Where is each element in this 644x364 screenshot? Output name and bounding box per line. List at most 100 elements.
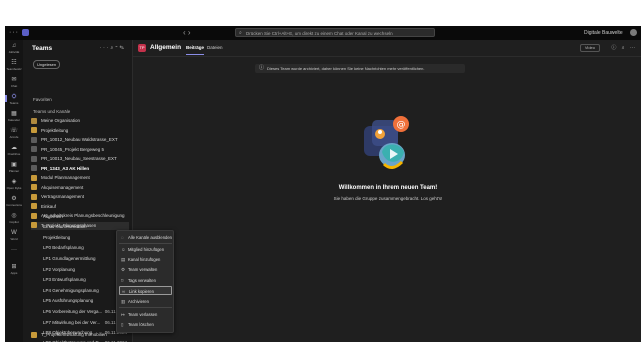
tab-files[interactable]: Dateien xyxy=(207,45,223,50)
app-rail: ♫ Aktivität ☷ Teambesitz ✉ Chat ⛭ Teams ▦ Kalende… xyxy=(5,40,23,342)
rail-item-label: Connectora xyxy=(6,203,22,207)
team-row[interactable]: Einkauf xyxy=(31,203,129,211)
channel-row[interactable]: LP9 Objektbetreuung und D...06.11.2024 xyxy=(43,339,129,342)
team-row[interactable]: Modul Planmanagement xyxy=(31,174,129,182)
rail-item-chat[interactable]: ✉ Chat xyxy=(5,77,23,88)
rail-item-open-dyks[interactable]: ◈ Open Dyks xyxy=(5,179,23,190)
planner-icon: ▣ xyxy=(11,162,17,168)
eye-off-icon: ◌ xyxy=(121,235,124,240)
channel-name: LP3 Entwurfsplanung xyxy=(43,277,86,282)
archived-banner-text: Dieses Team wurde archiviert, daher könn… xyxy=(267,66,425,71)
menu-item-label: Alle Kanäle ausblenden xyxy=(128,235,173,240)
calendar-icon: ▦ xyxy=(11,111,17,117)
channel-name: LP2 Vorplanung xyxy=(43,267,76,272)
channel-header: TP Allgemein Beiträge Dateien Video ⓘ ⌕ … xyxy=(133,40,641,57)
rail-item-kalender[interactable]: ▦ Kalender xyxy=(5,111,23,122)
team-name: Akquisemanagement xyxy=(41,184,84,190)
menu-divider xyxy=(119,307,172,308)
teams-window: ··· ‹ › ⌕ Drücken Sie Ctrl+Alt+E, um dir… xyxy=(5,26,641,342)
team-avatar-icon xyxy=(31,184,37,191)
menu-item-team-löschen[interactable]: ▯ Team löschen xyxy=(119,320,172,329)
info-icon: ⓘ xyxy=(259,65,265,71)
more-icon[interactable]: ··· xyxy=(100,45,111,51)
welcome-subtitle: Sie haben die Gruppe zusammengebracht. L… xyxy=(333,196,443,201)
rail-item-anrufe[interactable]: ☏ Anrufe xyxy=(5,128,23,139)
rail-item-more[interactable]: ··· xyxy=(5,247,23,254)
video-button[interactable]: Video xyxy=(579,44,600,52)
menu-item-team-verlassen[interactable]: ↦ Team verlassen xyxy=(119,310,172,319)
rail-item-planner[interactable]: ▣ Planner xyxy=(5,162,23,173)
rail-item-label: Kalender xyxy=(7,118,20,122)
search-placeholder: Drücken Sie Ctrl+Alt+E, um direkt zu ein… xyxy=(246,31,393,36)
search-icon[interactable]: ⌕ xyxy=(622,45,625,51)
title-bar-right: Digitale Bauwelte xyxy=(584,29,637,36)
menu-item-mitglied-hinzufügen[interactable]: ☺ Mitglied hinzufügen xyxy=(119,245,172,254)
team-row[interactable]: PR_10045_Projekt Bergeweg 5 xyxy=(31,146,129,154)
team-row[interactable]: Vertragsmanagement xyxy=(31,193,129,201)
team-name: Meine Organisation xyxy=(41,118,81,123)
team-name: Modul Planmanagement xyxy=(41,175,90,180)
menu-item-team-verwalten[interactable]: ⚙ Team verwalten xyxy=(119,265,172,274)
avatar[interactable] xyxy=(630,29,637,36)
rail-item-word[interactable]: W Word xyxy=(5,230,23,241)
team-name: Vertragsmanagement xyxy=(41,194,85,199)
unread-filter-pill[interactable]: Ungelesen xyxy=(33,60,61,69)
team-avatar-icon xyxy=(31,117,37,124)
menu-item-label: Link kopieren xyxy=(129,289,154,294)
menu-item-archivieren[interactable]: ▥ Archivieren xyxy=(119,297,172,306)
menu-item-kanal-hinzufügen[interactable]: ▤ Kanal hinzufügen xyxy=(119,255,172,264)
rail-item-label: Copilot xyxy=(9,220,19,224)
rail-item-label: Anrufe xyxy=(9,135,19,139)
team-row[interactable]: PR_1343_A3 AK Hillen xyxy=(31,165,129,173)
rail-item-teams[interactable]: ⛭ Teams xyxy=(5,94,23,105)
rail-item-label: Planner xyxy=(8,169,20,173)
rail-item-connectora[interactable]: ⚙ Connectora xyxy=(5,196,23,207)
team-avatar-icon xyxy=(31,165,37,172)
team-row[interactable]: Projektleitung xyxy=(31,127,129,135)
team-row[interactable]: PR_10012_Neubau Waldstrasse_EXT xyxy=(31,136,129,144)
search-input[interactable]: ⌕ Drücken Sie Ctrl+Alt+E, um direkt zu e… xyxy=(235,28,435,37)
rail-item-label: Chat xyxy=(10,84,18,88)
team-avatar-icon xyxy=(31,146,37,153)
archived-banner: ⓘ Dieses Team wurde archiviert, daher kö… xyxy=(255,64,465,73)
rail-item-apps[interactable]: ⊞ Apps xyxy=(5,264,23,275)
channel-name: LP1 Grundlagenermittlung xyxy=(43,256,96,261)
org-name: Digitale Bauwelte xyxy=(583,29,623,36)
rail-item-onedrive[interactable]: ☁ OneDrive xyxy=(5,145,23,156)
channel-name: LP4 Genehmigungsplanung xyxy=(43,288,99,293)
rail-item-copilot[interactable]: ◎ Copilot xyxy=(5,213,23,224)
archive-icon: ▥ xyxy=(121,299,126,304)
link-icon: ∞ xyxy=(122,289,126,294)
team-name: PR_1343_A3 AK Hillen xyxy=(41,165,90,171)
teams-logo-icon xyxy=(22,29,29,36)
search-icon: ⌕ xyxy=(239,30,242,36)
team-row[interactable]: Meine Organisation xyxy=(31,117,129,125)
compose-icon[interactable]: ✎ xyxy=(119,45,126,51)
team-row[interactable]: Akquisemanagement xyxy=(31,184,129,192)
rail-item-aktivität[interactable]: ♫ Aktivität xyxy=(5,43,23,54)
channel-name: LP7 Mitwirkung bei der Ver... xyxy=(43,320,101,325)
settings-icon: ⚙ xyxy=(121,267,126,272)
channel-row[interactable]: Allgemein xyxy=(43,213,129,221)
team-row[interactable]: T_Projektentwicklung Immobilien xyxy=(31,331,129,339)
back-forward-icon[interactable]: ‹ › xyxy=(183,28,191,37)
teams-section[interactable]: Teams und Kanäle xyxy=(33,109,70,114)
welcome-illustration: @ xyxy=(364,116,409,169)
favorites-section[interactable]: Favoriten xyxy=(33,97,52,102)
more-icon[interactable]: ··· xyxy=(630,45,635,51)
rail-item-label: OneDrive xyxy=(7,152,21,156)
people-icon: ☷ xyxy=(11,60,17,66)
menu-item-link-kopieren[interactable]: ∞ Link kopieren xyxy=(119,286,172,295)
rail-item-label: Apps xyxy=(10,271,18,275)
menu-item-alle-kanäle-ausblenden[interactable]: ◌ Alle Kanäle ausblenden xyxy=(119,233,172,242)
menu-item-tags-verwalten[interactable]: ⌑ Tags verwalten xyxy=(119,276,172,285)
chat-icon: ✉ xyxy=(11,77,17,83)
more-menu-icon[interactable]: ··· xyxy=(9,29,19,36)
team-avatar-icon xyxy=(31,136,37,143)
team-row[interactable]: PR_10013_Neubau_Seestrasse_EXT xyxy=(31,155,129,163)
info-icon[interactable]: ⓘ xyxy=(611,45,616,51)
tab-posts[interactable]: Beiträge xyxy=(186,45,205,55)
rail-item-teambesitz[interactable]: ☷ Teambesitz xyxy=(5,60,23,71)
connector-icon: ⚙ xyxy=(11,196,17,202)
team-avatar-icon xyxy=(31,331,37,338)
